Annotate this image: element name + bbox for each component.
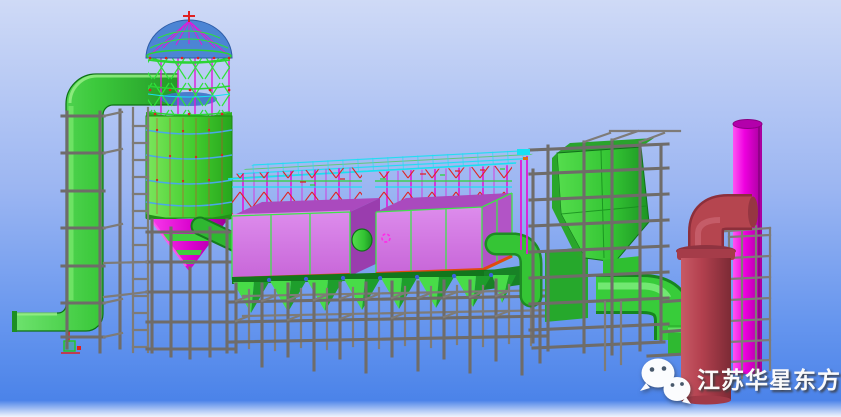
silo-shell <box>146 116 232 218</box>
interconnect-stub <box>352 229 372 251</box>
plant-3d-render: 江苏华星东方 <box>0 0 841 417</box>
scrubber-shell <box>681 258 731 400</box>
plant-3d-model <box>0 0 841 417</box>
exhaust-stack <box>733 120 762 375</box>
